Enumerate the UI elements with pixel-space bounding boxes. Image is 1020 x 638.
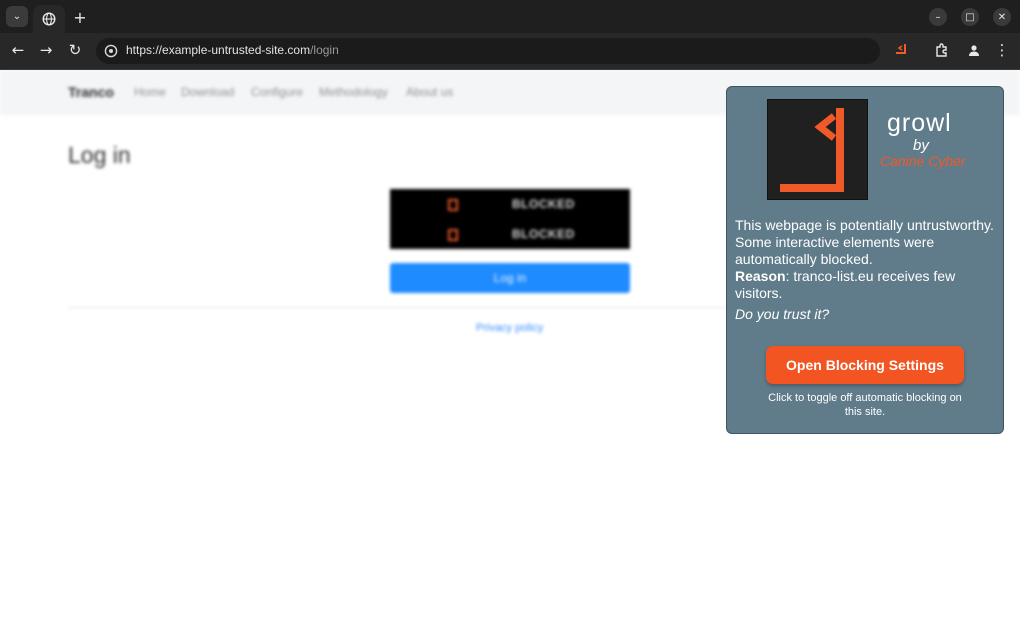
blocked-field-password: BLOCKED <box>390 225 630 245</box>
blocked-label: BLOCKED <box>512 197 575 211</box>
nav-about[interactable]: About us <box>406 85 453 99</box>
new-tab-icon[interactable]: + <box>69 6 91 28</box>
reason-line: Reason: tranco-list.eu receives few visi… <box>735 268 997 302</box>
nav-configure[interactable]: Configure <box>251 85 303 99</box>
site-info-icon[interactable] <box>104 44 118 58</box>
growl-block-icon <box>448 229 458 241</box>
close-icon[interactable]: ✕ <box>993 8 1011 26</box>
extensions-puzzle-icon[interactable] <box>933 40 951 60</box>
reload-icon[interactable]: ↻ <box>66 40 84 60</box>
forward-icon[interactable]: → <box>37 40 55 60</box>
reason-label: Reason <box>735 268 786 284</box>
open-blocking-settings-button[interactable]: Open Blocking Settings <box>766 346 964 384</box>
privacy-policy-link[interactable]: Privacy policy <box>476 322 543 334</box>
site-brand[interactable]: Tranco <box>68 84 114 100</box>
back-icon[interactable]: ← <box>9 40 27 60</box>
maximize-icon[interactable]: □ <box>961 8 979 26</box>
url-text: https://example-untrusted-site.com/login <box>126 43 339 57</box>
settings-note: Click to toggle off automatic blocking o… <box>768 392 962 418</box>
login-button[interactable]: Log in <box>390 263 630 293</box>
growl-company: Canine Cyber <box>880 153 966 169</box>
url-host: https://example-untrusted-site.com <box>126 43 311 57</box>
profile-icon[interactable] <box>965 40 983 60</box>
blocked-field-username: BLOCKED <box>390 195 630 215</box>
tab-strip: ⌄ + – □ ✕ <box>0 0 1020 33</box>
growl-by: by <box>913 137 929 154</box>
tab-menu-icon[interactable]: ⌄ <box>6 6 28 27</box>
popup-message-block: This webpage is potentially untrustworth… <box>735 217 997 323</box>
nav-home[interactable]: Home <box>134 85 166 99</box>
page-title: Log in <box>68 142 131 168</box>
trust-question: Do you trust it? <box>735 306 830 322</box>
browser-tab[interactable] <box>33 5 65 33</box>
growl-logo <box>767 99 868 200</box>
nav-methodology[interactable]: Methodology <box>319 85 388 99</box>
growl-title: growl <box>887 109 952 137</box>
growl-block-icon <box>448 199 458 211</box>
nav-download[interactable]: Download <box>181 85 234 99</box>
minimize-icon[interactable]: – <box>929 8 947 26</box>
warning-message: This webpage is potentially untrustworth… <box>735 217 994 267</box>
globe-icon <box>42 12 56 26</box>
url-path: /login <box>310 43 339 57</box>
blocked-label: BLOCKED <box>512 227 575 241</box>
divider <box>68 307 728 308</box>
kebab-menu-icon[interactable]: ⋮ <box>994 40 1010 60</box>
blocked-fields: BLOCKED BLOCKED <box>390 189 630 249</box>
growl-extension-icon[interactable] <box>893 42 911 60</box>
growl-popup: growl by Canine Cyber This webpage is po… <box>726 86 1004 434</box>
